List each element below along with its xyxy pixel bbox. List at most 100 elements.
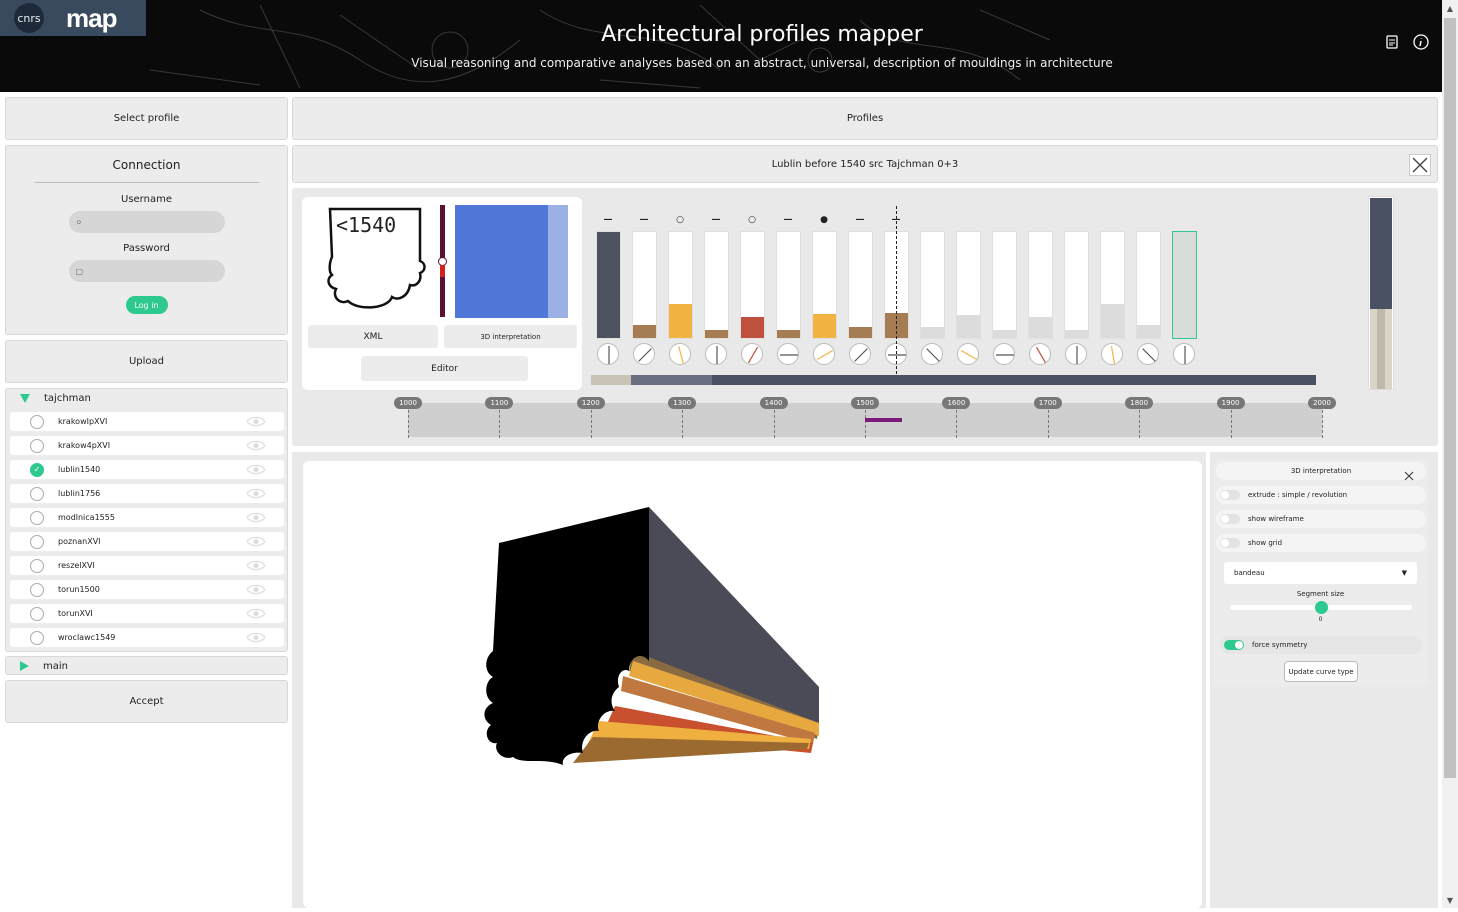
profile-list-item[interactable]: krakowIpXVI — [10, 412, 284, 431]
radio-icon[interactable] — [30, 510, 44, 525]
profiles-tab[interactable]: Profiles — [292, 97, 1438, 140]
select-profile-button[interactable]: Select profile — [5, 97, 288, 140]
group-header-main[interactable]: main — [12, 657, 68, 675]
toggle-switch[interactable] — [1224, 640, 1244, 650]
eye-icon[interactable] — [246, 440, 266, 451]
radio-icon[interactable] — [30, 606, 44, 621]
login-button[interactable]: Log in — [125, 296, 168, 314]
profile-list-item[interactable]: wroclawc1549 — [10, 628, 284, 647]
profile-bar[interactable] — [920, 231, 945, 339]
profile-bar[interactable] — [1028, 231, 1053, 339]
profile-slider[interactable] — [438, 205, 447, 317]
toggle-row[interactable]: show grid — [1216, 534, 1426, 552]
group-header-tajchman[interactable]: tajchman — [12, 389, 91, 407]
profile-group-main[interactable]: main — [5, 656, 288, 675]
slider-handle[interactable] — [1315, 601, 1328, 614]
eye-icon[interactable] — [246, 608, 266, 619]
profile-bar[interactable] — [632, 231, 657, 339]
toggle-switch[interactable] — [1220, 538, 1240, 548]
3d-interpretation-button[interactable]: 3D interpretation — [444, 325, 577, 348]
eye-icon[interactable] — [246, 488, 266, 499]
profile-list-item[interactable]: torun1500 — [10, 580, 284, 599]
radio-icon[interactable] — [30, 630, 44, 645]
angle-dial-icon[interactable] — [777, 343, 799, 365]
angle-dial-icon[interactable] — [1101, 343, 1123, 365]
radio-icon[interactable] — [30, 486, 44, 501]
accept-button[interactable]: Accept — [5, 680, 288, 723]
angle-dial-icon[interactable] — [921, 343, 943, 365]
scroll-thumb[interactable] — [1444, 18, 1456, 778]
toggle-switch[interactable] — [1220, 490, 1240, 500]
profile-list-item[interactable]: ✓ lublin1540 — [10, 460, 284, 479]
toggle-switch[interactable] — [1220, 514, 1240, 524]
radio-checked-icon[interactable]: ✓ — [30, 462, 44, 477]
angle-dial-icon[interactable] — [849, 343, 871, 365]
profile-bar[interactable] — [848, 231, 873, 339]
radio-icon[interactable] — [30, 582, 44, 597]
profile-bar[interactable] — [668, 231, 693, 339]
profile-list-item[interactable]: krakow4pXVI — [10, 436, 284, 455]
angle-dial-icon[interactable] — [1137, 343, 1159, 365]
info-icon[interactable] — [1413, 34, 1429, 50]
angle-dial-icon[interactable] — [669, 343, 691, 365]
profile-bar[interactable] — [1064, 231, 1089, 339]
profile-list-item[interactable]: reszelXVI — [10, 556, 284, 575]
angle-dial-icon[interactable] — [597, 343, 619, 365]
close-icon[interactable] — [1404, 466, 1414, 481]
profile-list-item[interactable]: lublin1756 — [10, 484, 284, 503]
toggle-row[interactable]: show wireframe — [1216, 510, 1426, 528]
radio-icon[interactable] — [30, 414, 44, 429]
scroll-up-icon[interactable]: ▲ — [1442, 0, 1458, 16]
angle-dial-icon[interactable] — [741, 343, 763, 365]
profile-bar[interactable] — [1172, 231, 1197, 339]
editor-button[interactable]: Editor — [361, 356, 528, 381]
profile-bar[interactable] — [1136, 231, 1161, 339]
radio-icon[interactable] — [30, 534, 44, 549]
eye-icon[interactable] — [246, 464, 266, 475]
profile-list-item[interactable]: torunXVI — [10, 604, 284, 623]
radio-icon[interactable] — [30, 438, 44, 453]
username-field[interactable]: ⚪ — [68, 211, 225, 233]
angle-dial-icon[interactable] — [957, 343, 979, 365]
eye-icon[interactable] — [246, 512, 266, 523]
angle-dial-icon[interactable] — [1173, 343, 1195, 365]
profile-bar[interactable] — [992, 231, 1017, 339]
profile-list-item[interactable]: poznanXVI — [10, 532, 284, 551]
angle-dial-icon[interactable] — [993, 343, 1015, 365]
3d-model[interactable] — [303, 461, 1202, 908]
scroll-down-icon[interactable]: ▼ — [1442, 892, 1458, 908]
angle-dial-icon[interactable] — [1065, 343, 1087, 365]
profile-bar[interactable] — [956, 231, 981, 339]
page-scrollbar[interactable]: ▲ ▼ — [1442, 0, 1458, 908]
profile-bar[interactable] — [740, 231, 765, 339]
curve-type-select[interactable]: bandeau ▼ — [1224, 562, 1417, 584]
document-icon[interactable] — [1384, 34, 1400, 50]
segment-slider[interactable] — [1230, 601, 1412, 614]
xml-button[interactable]: XML — [308, 325, 438, 348]
eye-icon[interactable] — [246, 536, 266, 547]
eye-icon[interactable] — [246, 416, 266, 427]
angle-dial-icon[interactable] — [633, 343, 655, 365]
update-curve-button[interactable]: Update curve type — [1284, 661, 1358, 682]
profile-bar[interactable] — [776, 231, 801, 339]
profile-list-item[interactable]: modlnica1555 — [10, 508, 284, 527]
interp-preview[interactable] — [455, 205, 568, 318]
progress-track[interactable] — [591, 375, 1316, 385]
profile-bar[interactable] — [812, 231, 837, 339]
profile-bar[interactable] — [704, 231, 729, 339]
eye-icon[interactable] — [246, 584, 266, 595]
toggle-row[interactable]: extrude : simple / revolution — [1216, 486, 1426, 504]
profile-bar[interactable] — [1100, 231, 1125, 339]
eye-icon[interactable] — [246, 632, 266, 643]
3d-viewport[interactable] — [303, 461, 1202, 908]
angle-dial-icon[interactable] — [813, 343, 835, 365]
upload-button[interactable]: Upload — [5, 340, 288, 383]
eye-icon[interactable] — [246, 560, 266, 571]
profile-bar[interactable] — [596, 231, 621, 339]
password-field[interactable]: ▢ — [68, 260, 225, 282]
angle-dial-icon[interactable] — [1029, 343, 1051, 365]
angle-dial-icon[interactable] — [705, 343, 727, 365]
radio-icon[interactable] — [30, 558, 44, 573]
close-icon[interactable] — [1409, 154, 1431, 176]
force-symmetry-toggle[interactable]: force symmetry — [1220, 636, 1422, 654]
